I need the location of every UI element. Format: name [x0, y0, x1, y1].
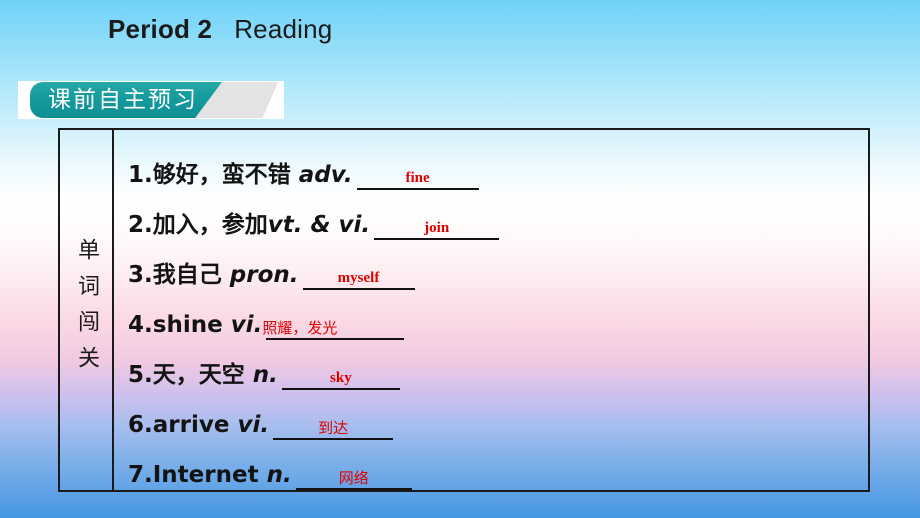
page-title-section: Reading: [234, 14, 333, 44]
vocabulary-item-prompt: 4.shine vi.: [120, 310, 262, 340]
vocabulary-item: 4.shine vi. 照耀，发光: [120, 290, 868, 340]
vocabulary-item: 2.加入，参加vt. & vi. join: [120, 190, 868, 240]
vocabulary-answer-text: 网络: [338, 469, 369, 487]
vocabulary-item-prompt: 5.天，天空 n.: [120, 360, 278, 390]
vocabulary-item-number: 6.: [128, 412, 153, 438]
vocabulary-answer-text: fine: [405, 170, 430, 186]
vocabulary-item-number: 5.: [128, 362, 153, 388]
vocabulary-item-prompt: 1.够好，蛮不错 adv.: [120, 160, 353, 190]
vocabulary-answer-text: 照耀，发光: [262, 319, 338, 337]
slide-canvas: Period 2 Reading 课前自主预习 单词闯关 1.够好，蛮不错 adv…: [0, 0, 920, 518]
vocabulary-item: 5.天，天空 n. sky: [120, 340, 868, 390]
vocabulary-item-number: 4.: [128, 312, 153, 338]
vocabulary-side-label: 单词闯关: [60, 130, 114, 490]
vocabulary-answer-text: sky: [330, 370, 352, 386]
vocabulary-answer-blank[interactable]: 照耀，发光: [262, 310, 405, 340]
vocabulary-item-part-of-speech: pron.: [229, 262, 299, 288]
page-title: Period 2 Reading: [108, 14, 332, 45]
vocabulary-answer-blank[interactable]: 网络: [295, 460, 412, 490]
vocabulary-item-prompt: 6.arrive vi.: [120, 410, 269, 440]
vocabulary-item-prompt: 7.Internet n.: [120, 460, 292, 490]
vocabulary-item-meaning: shine: [152, 312, 231, 338]
vocabulary-answer-blank[interactable]: join: [374, 210, 500, 240]
vocabulary-item-meaning: 天，天空: [152, 362, 253, 388]
vocabulary-item-prompt: 3.我自己 pron.: [120, 260, 299, 290]
vocabulary-side-label-text: 单词闯关: [74, 238, 99, 382]
vocabulary-item-number: 7.: [128, 462, 153, 488]
vocabulary-item-meaning: arrive: [152, 412, 238, 438]
vocabulary-item-part-of-speech: n.: [266, 462, 292, 488]
vocabulary-item-meaning: Internet: [152, 462, 267, 488]
vocabulary-answer-text: join: [424, 220, 450, 236]
vocabulary-answer-blank[interactable]: sky: [281, 360, 400, 390]
vocabulary-answer-text: myself: [337, 270, 380, 286]
vocabulary-item-number: 1.: [128, 162, 153, 188]
vocabulary-box: 单词闯关 1.够好，蛮不错 adv. fine 2.加入，参加vt. & vi. jo…: [58, 128, 870, 492]
section-banner: 课前自主预习: [18, 81, 284, 119]
vocabulary-item-meaning: 加入，参加: [152, 212, 268, 238]
vocabulary-item: 7.Internet n. 网络: [120, 440, 868, 490]
vocabulary-item-list: 1.够好，蛮不错 adv. fine 2.加入，参加vt. & vi. join 3.我…: [114, 130, 868, 490]
vocabulary-item-part-of-speech: vi.: [230, 312, 263, 338]
vocabulary-item: 1.够好，蛮不错 adv. fine: [120, 140, 868, 190]
vocabulary-item: 3.我自己 pron. myself: [120, 240, 868, 290]
vocabulary-item-part-of-speech: n.: [252, 362, 278, 388]
vocabulary-item-meaning: 够好，蛮不错: [152, 162, 299, 188]
vocabulary-item-part-of-speech: vi.: [237, 412, 270, 438]
vocabulary-item-meaning: 我自己: [152, 262, 230, 288]
page-title-period: Period 2: [108, 14, 213, 44]
vocabulary-item-number: 2.: [128, 212, 153, 238]
banner-label: 课前自主预习: [48, 87, 198, 113]
vocabulary-item-part-of-speech: adv.: [298, 162, 353, 188]
vocabulary-item-prompt: 2.加入，参加vt. & vi.: [120, 210, 370, 240]
vocabulary-answer-blank[interactable]: fine: [356, 160, 479, 190]
vocabulary-answer-text: 到达: [318, 419, 349, 437]
vocabulary-item-part-of-speech: vt. & vi.: [267, 212, 371, 238]
vocabulary-item: 6.arrive vi. 到达: [120, 390, 868, 440]
vocabulary-answer-blank[interactable]: myself: [302, 260, 415, 290]
vocabulary-item-number: 3.: [128, 262, 153, 288]
vocabulary-answer-blank[interactable]: 到达: [273, 410, 394, 440]
